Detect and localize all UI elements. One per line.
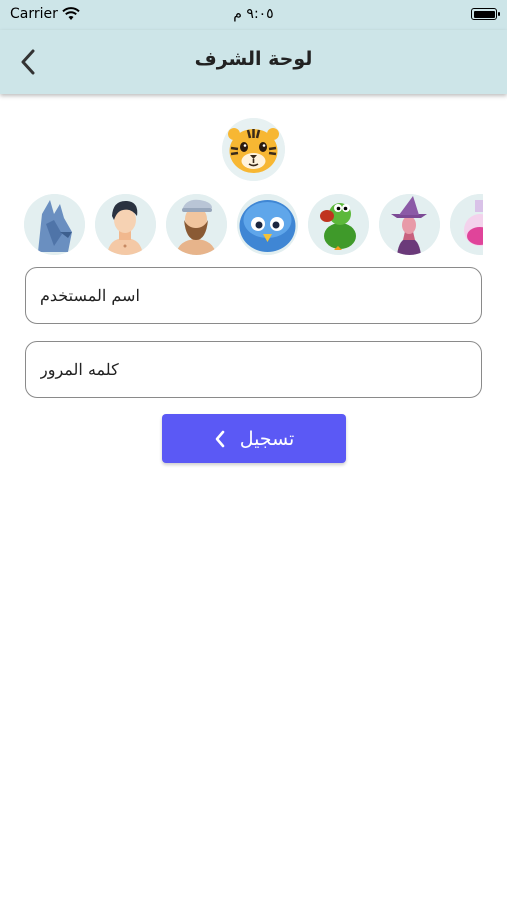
register-button[interactable]: تسجيل (162, 414, 346, 463)
username-input[interactable] (26, 268, 481, 323)
page-title: لوحة الشرف (194, 48, 313, 70)
battery-icon (471, 8, 500, 20)
password-input[interactable] (26, 342, 481, 397)
blue-bird-avatar-icon[interactable] (237, 194, 298, 255)
bearded-man-avatar-icon[interactable] (166, 194, 227, 255)
nav-bar: لوحة الشرف (0, 30, 507, 94)
potion-avatar-icon[interactable] (450, 194, 483, 255)
username-field[interactable] (25, 267, 482, 324)
duck-avatar-icon[interactable] (308, 194, 369, 255)
password-field[interactable] (25, 341, 482, 398)
witch-avatar-icon[interactable] (379, 194, 440, 255)
boy-avatar-icon[interactable] (95, 194, 156, 255)
status-bar: Carrier ٩:٠٥ م (0, 0, 507, 30)
selected-avatar-tiger-icon (222, 118, 285, 181)
clock: ٩:٠٥ م (233, 6, 274, 22)
register-button-label: تسجيل (239, 427, 295, 450)
wolf-avatar-icon[interactable] (24, 194, 85, 255)
avatar-picker[interactable] (24, 194, 483, 256)
chevron-left-icon (215, 430, 224, 447)
